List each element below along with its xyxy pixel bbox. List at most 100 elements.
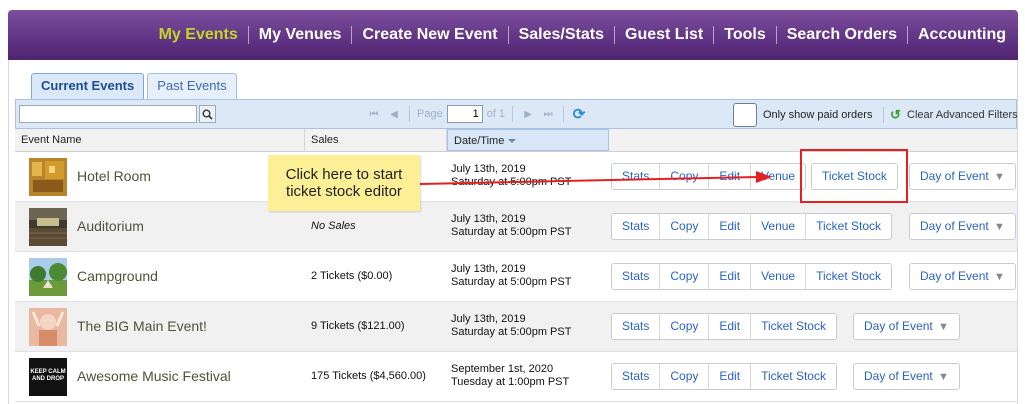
hotel-room-thumb xyxy=(29,158,67,196)
edit-button[interactable]: Edit xyxy=(708,364,750,389)
event-time: Saturday at 5:00pm PST xyxy=(451,326,572,338)
edit-button[interactable]: Edit xyxy=(708,214,750,239)
copy-button[interactable]: Copy xyxy=(659,264,708,289)
edit-button[interactable]: Edit xyxy=(708,314,750,339)
page-of-label: of 1 xyxy=(486,108,506,120)
copy-button[interactable]: Copy xyxy=(659,214,708,239)
clear-filters-icon[interactable]: ↺ xyxy=(890,108,904,122)
day-of-event-dropdown[interactable]: Day of Event ▼ xyxy=(909,213,1016,240)
caret-down-icon: ▼ xyxy=(994,221,1005,233)
event-actions: Stats Copy Edit Ticket Stock xyxy=(611,363,837,390)
column-header-date-time[interactable]: Date/Time xyxy=(447,129,609,151)
annotation-highlight-box xyxy=(800,149,908,203)
day-of-event-label: Day of Event xyxy=(920,219,989,233)
paid-orders-checkbox[interactable] xyxy=(733,103,757,127)
caret-down-icon: ▼ xyxy=(938,371,949,383)
event-tabs: Current Events Past Events xyxy=(31,73,237,99)
ticket-stock-button[interactable]: Ticket Stock xyxy=(805,264,891,289)
event-date: July 13th, 2019 xyxy=(451,213,526,225)
stats-button[interactable]: Stats xyxy=(612,364,659,389)
event-name[interactable]: Awesome Music Festival xyxy=(77,368,231,384)
main-event-thumb xyxy=(29,308,67,346)
day-of-event-dropdown[interactable]: Day of Event ▼ xyxy=(909,263,1016,290)
nav-search-orders[interactable]: Search Orders xyxy=(775,26,907,44)
stats-button[interactable]: Stats xyxy=(612,164,659,189)
event-actions: Stats Copy Edit Ticket Stock xyxy=(611,313,837,340)
day-of-event-dropdown[interactable]: Day of Event ▼ xyxy=(853,363,960,390)
event-datetime: July 13th, 2019 Saturday at 5:00pm PST xyxy=(451,263,571,289)
column-header-sales[interactable]: Sales xyxy=(305,129,447,151)
column-header-date-label: Date/Time xyxy=(454,135,505,147)
nav-my-venues[interactable]: My Venues xyxy=(247,26,352,44)
event-time: Saturday at 5:00pm PST xyxy=(451,276,572,288)
campground-thumb xyxy=(29,258,67,296)
pager-divider xyxy=(563,106,565,122)
next-page-icon[interactable]: ▶ xyxy=(520,106,536,122)
main-nav: My Events My Venues Create New Event Sal… xyxy=(8,10,1018,60)
search-input[interactable] xyxy=(19,105,197,123)
table-row: The BIG Main Event! 9 Tickets ($121.00) … xyxy=(15,302,1017,352)
venue-button[interactable]: Venue xyxy=(750,214,805,239)
copy-button[interactable]: Copy xyxy=(659,164,708,189)
caret-down-icon: ▼ xyxy=(938,321,949,333)
last-page-icon[interactable]: ⏭ xyxy=(540,106,556,122)
ticket-stock-button[interactable]: Ticket Stock xyxy=(750,314,836,339)
thumb-text: KEEP CALM AND DROP xyxy=(30,369,66,382)
stats-button[interactable]: Stats xyxy=(612,314,659,339)
edit-button[interactable]: Edit xyxy=(708,164,750,189)
event-time: Saturday at 5:00pm PST xyxy=(451,176,572,188)
ticket-stock-button[interactable]: Ticket Stock xyxy=(805,214,891,239)
event-name[interactable]: Auditorium xyxy=(77,218,144,234)
event-time: Saturday at 5:00pm PST xyxy=(451,226,572,238)
pager-divider xyxy=(512,106,514,122)
refresh-icon[interactable]: ⟳ xyxy=(571,106,587,123)
edit-button[interactable]: Edit xyxy=(708,264,750,289)
table-row: KEEP CALM AND DROP Awesome Music Festiva… xyxy=(15,352,1017,402)
page-number-input[interactable]: 1 xyxy=(446,105,483,123)
venue-button[interactable]: Venue xyxy=(750,264,805,289)
events-panel: Current Events Past Events ⏮ ◀ Page 1 of… xyxy=(8,60,1018,404)
event-datetime: July 13th, 2019 Saturday at 5:00pm PST xyxy=(451,213,571,239)
annotation-callout: Click here to start ticket stock editor xyxy=(268,155,420,211)
event-time: Tuesday at 1:00pm PST xyxy=(451,376,570,388)
nav-create-new-event[interactable]: Create New Event xyxy=(351,26,507,44)
table-row: Campground 2 Tickets ($0.00) July 13th, … xyxy=(15,252,1017,302)
event-name[interactable]: The BIG Main Event! xyxy=(77,318,207,334)
nav-my-events[interactable]: My Events xyxy=(149,26,248,44)
page-label: Page xyxy=(417,108,443,120)
nav-sales-stats[interactable]: Sales/Stats xyxy=(507,26,614,44)
day-of-event-label: Day of Event xyxy=(864,369,933,383)
paid-orders-label: Only show paid orders xyxy=(763,109,873,121)
nav-guest-list[interactable]: Guest List xyxy=(614,26,713,44)
nav-tools[interactable]: Tools xyxy=(713,26,775,44)
venue-button[interactable]: Venue xyxy=(750,164,805,189)
copy-button[interactable]: Copy xyxy=(659,364,708,389)
search-button[interactable] xyxy=(199,105,216,123)
stats-button[interactable]: Stats xyxy=(612,214,659,239)
grid-toolbar: ⏮ ◀ Page 1 of 1 ▶ ⏭ ⟳ Only show paid ord… xyxy=(15,99,1018,129)
prev-page-icon[interactable]: ◀ xyxy=(386,106,402,122)
column-header-event-name[interactable]: Event Name xyxy=(15,129,305,151)
copy-button[interactable]: Copy xyxy=(659,314,708,339)
ticket-stock-button[interactable]: Ticket Stock xyxy=(750,364,836,389)
tab-past-events[interactable]: Past Events xyxy=(147,73,237,99)
clear-filters-link[interactable]: Clear Advanced Filters xyxy=(907,109,1018,121)
event-name[interactable]: Campground xyxy=(77,268,158,284)
tab-current-events[interactable]: Current Events xyxy=(31,73,145,99)
event-datetime: July 13th, 2019 Saturday at 5:00pm PST xyxy=(451,163,571,189)
nav-accounting[interactable]: Accounting xyxy=(907,26,1016,44)
day-of-event-dropdown[interactable]: Day of Event ▼ xyxy=(853,313,960,340)
stats-button[interactable]: Stats xyxy=(612,264,659,289)
day-of-event-label: Day of Event xyxy=(864,319,933,333)
auditorium-thumb xyxy=(29,208,67,246)
day-of-event-dropdown[interactable]: Day of Event ▼ xyxy=(909,163,1016,190)
caret-down-icon: ▼ xyxy=(994,271,1005,283)
first-page-icon[interactable]: ⏮ xyxy=(366,106,382,122)
event-date: July 13th, 2019 xyxy=(451,263,526,275)
event-sales: 9 Tickets ($121.00) xyxy=(311,320,405,332)
event-sales: 175 Tickets ($4,560.00) xyxy=(311,370,426,382)
keep-calm-thumb: KEEP CALM AND DROP xyxy=(29,358,67,396)
pager: ⏮ ◀ Page 1 of 1 ▶ ⏭ ⟳ xyxy=(366,105,587,123)
event-name[interactable]: Hotel Room xyxy=(77,168,151,184)
event-sales: No Sales xyxy=(311,220,356,232)
